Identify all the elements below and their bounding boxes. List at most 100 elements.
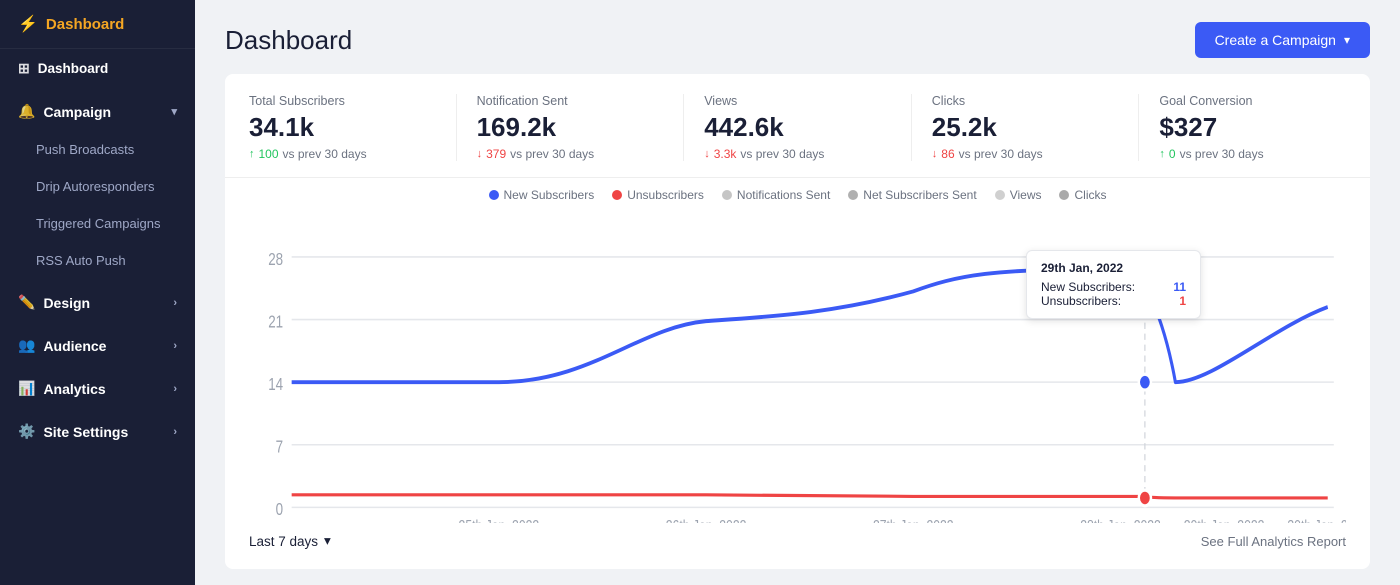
- down-arrow-icon: ↓: [477, 148, 483, 160]
- stat-value: 169.2k: [477, 112, 664, 143]
- sidebar-item-label: Drip Autoresponders: [36, 179, 155, 194]
- stat-label: Goal Conversion: [1159, 94, 1346, 108]
- chart-dot-unsub: [1139, 490, 1151, 506]
- svg-text:26th Jan, 2022: 26th Jan, 2022: [666, 516, 747, 523]
- sidebar-item-site-settings[interactable]: ⚙️ Site Settings ›: [0, 412, 195, 451]
- stat-change: ↓ 3.3k vs prev 30 days: [704, 147, 891, 161]
- change-text: vs prev 30 days: [510, 147, 594, 161]
- chart-svg-container: 0 7 14 21 28: [249, 210, 1346, 523]
- stat-total-subscribers: Total Subscribers 34.1k ↑ 100 vs prev 30…: [249, 94, 457, 161]
- sidebar-logo[interactable]: ⚡ Dashboard: [0, 0, 195, 49]
- chevron-right-icon: ›: [173, 297, 177, 309]
- change-num: 3.3k: [714, 147, 737, 161]
- chevron-down-icon: ▾: [171, 105, 177, 118]
- sidebar-item-audience[interactable]: 👥 Audience ›: [0, 326, 195, 365]
- audience-icon: 👥: [18, 337, 35, 354]
- svg-text:21: 21: [268, 313, 283, 332]
- legend-dot: [722, 190, 732, 200]
- chevron-down-icon: ▾: [324, 533, 331, 549]
- svg-text:29th Jan, 2022: 29th Jan, 2022: [1184, 516, 1265, 523]
- change-text: vs prev 30 days: [959, 147, 1043, 161]
- sidebar-item-rss-auto-push[interactable]: RSS Auto Push: [0, 242, 195, 279]
- sidebar-item-drip-autoresponders[interactable]: Drip Autoresponders: [0, 168, 195, 205]
- see-full-analytics-link[interactable]: See Full Analytics Report: [1201, 534, 1346, 549]
- settings-icon: ⚙️: [18, 423, 35, 440]
- legend-new-subscribers: New Subscribers: [489, 188, 595, 202]
- change-text: vs prev 30 days: [740, 147, 824, 161]
- sidebar-item-label: Push Broadcasts: [36, 142, 134, 157]
- sidebar-item-design[interactable]: ✏️ Design ›: [0, 283, 195, 322]
- stat-clicks: Clicks 25.2k ↓ 86 vs prev 30 days: [932, 94, 1140, 161]
- stat-value: 34.1k: [249, 112, 436, 143]
- chevron-right-icon: ›: [173, 383, 177, 395]
- stat-label: Total Subscribers: [249, 94, 436, 108]
- stat-change: ↑ 100 vs prev 30 days: [249, 147, 436, 161]
- sidebar-item-triggered-campaigns[interactable]: Triggered Campaigns: [0, 205, 195, 242]
- svg-text:28th Jan, 2022: 28th Jan, 2022: [1080, 516, 1161, 523]
- legend-unsubscribers: Unsubscribers: [612, 188, 704, 202]
- stat-change: ↑ 0 vs prev 30 days: [1159, 147, 1346, 161]
- main-header: Dashboard Create a Campaign ▾: [195, 0, 1400, 74]
- campaign-icon: 🔔: [18, 103, 35, 120]
- legend-label: Net Subscribers Sent: [863, 188, 976, 202]
- change-num: 379: [486, 147, 506, 161]
- legend-clicks: Clicks: [1059, 188, 1106, 202]
- stat-value: 25.2k: [932, 112, 1119, 143]
- main-content: Dashboard Create a Campaign ▾ Total Subs…: [195, 0, 1400, 585]
- analytics-icon: 📊: [18, 380, 35, 397]
- stat-label: Clicks: [932, 94, 1119, 108]
- sidebar-item-label: Dashboard: [38, 61, 109, 76]
- chart-area: New Subscribers Unsubscribers Notificati…: [225, 178, 1370, 523]
- legend-dot: [848, 190, 858, 200]
- change-text: vs prev 30 days: [1180, 147, 1264, 161]
- stat-label: Views: [704, 94, 891, 108]
- legend-views: Views: [995, 188, 1042, 202]
- chart-dot-new-sub: [1139, 374, 1151, 390]
- sidebar-item-push-broadcasts[interactable]: Push Broadcasts: [0, 131, 195, 168]
- sidebar-item-label: Audience: [43, 338, 106, 354]
- sidebar-item-campaign[interactable]: 🔔 Campaign ▾: [0, 92, 195, 131]
- dashboard-icon: ⊞: [18, 60, 30, 77]
- svg-text:14: 14: [268, 375, 283, 394]
- sidebar-item-label: Campaign: [43, 104, 111, 120]
- chevron-right-icon: ›: [173, 340, 177, 352]
- legend-dot: [489, 190, 499, 200]
- stat-value: $327: [1159, 112, 1346, 143]
- stat-goal-conversion: Goal Conversion $327 ↑ 0 vs prev 30 days: [1159, 94, 1346, 161]
- sidebar-item-label: Analytics: [43, 381, 105, 397]
- design-icon: ✏️: [18, 294, 35, 311]
- legend-dot: [995, 190, 1005, 200]
- chart-svg: 0 7 14 21 28: [249, 210, 1346, 523]
- create-campaign-label: Create a Campaign: [1215, 32, 1336, 48]
- stat-notification-sent: Notification Sent 169.2k ↓ 379 vs prev 3…: [477, 94, 685, 161]
- create-campaign-button[interactable]: Create a Campaign ▾: [1195, 22, 1370, 58]
- svg-text:25th Jan, 2022: 25th Jan, 2022: [459, 516, 540, 523]
- stat-views: Views 442.6k ↓ 3.3k vs prev 30 days: [704, 94, 912, 161]
- up-arrow-icon: ↑: [1159, 148, 1165, 160]
- legend-notifications-sent: Notifications Sent: [722, 188, 830, 202]
- sidebar-item-analytics[interactable]: 📊 Analytics ›: [0, 369, 195, 408]
- change-text: vs prev 30 days: [283, 147, 367, 161]
- sidebar-item-label: Site Settings: [43, 424, 128, 440]
- legend-label: Notifications Sent: [737, 188, 830, 202]
- change-num: 0: [1169, 147, 1176, 161]
- sidebar-item-label: RSS Auto Push: [36, 253, 126, 268]
- legend-label: Unsubscribers: [627, 188, 704, 202]
- stat-label: Notification Sent: [477, 94, 664, 108]
- svg-text:28: 28: [268, 250, 283, 269]
- date-filter-button[interactable]: Last 7 days ▾: [249, 533, 331, 549]
- stat-change: ↓ 86 vs prev 30 days: [932, 147, 1119, 161]
- svg-text:27th Jan, 2022: 27th Jan, 2022: [873, 516, 954, 523]
- stats-row: Total Subscribers 34.1k ↑ 100 vs prev 30…: [225, 74, 1370, 178]
- down-arrow-icon: ↓: [704, 148, 710, 160]
- svg-text:0: 0: [276, 501, 283, 520]
- legend-label: Views: [1010, 188, 1042, 202]
- chevron-down-icon: ▾: [1344, 33, 1350, 47]
- up-arrow-icon: ↑: [249, 148, 255, 160]
- chart-legend: New Subscribers Unsubscribers Notificati…: [249, 188, 1346, 202]
- sidebar-item-label: Triggered Campaigns: [36, 216, 161, 231]
- sidebar: ⚡ Dashboard ⊞ Dashboard 🔔 Campaign ▾ Pus…: [0, 0, 195, 585]
- sidebar-item-dashboard[interactable]: ⊞ Dashboard: [0, 49, 195, 88]
- page-title: Dashboard: [225, 25, 352, 56]
- legend-net-subscribers-sent: Net Subscribers Sent: [848, 188, 976, 202]
